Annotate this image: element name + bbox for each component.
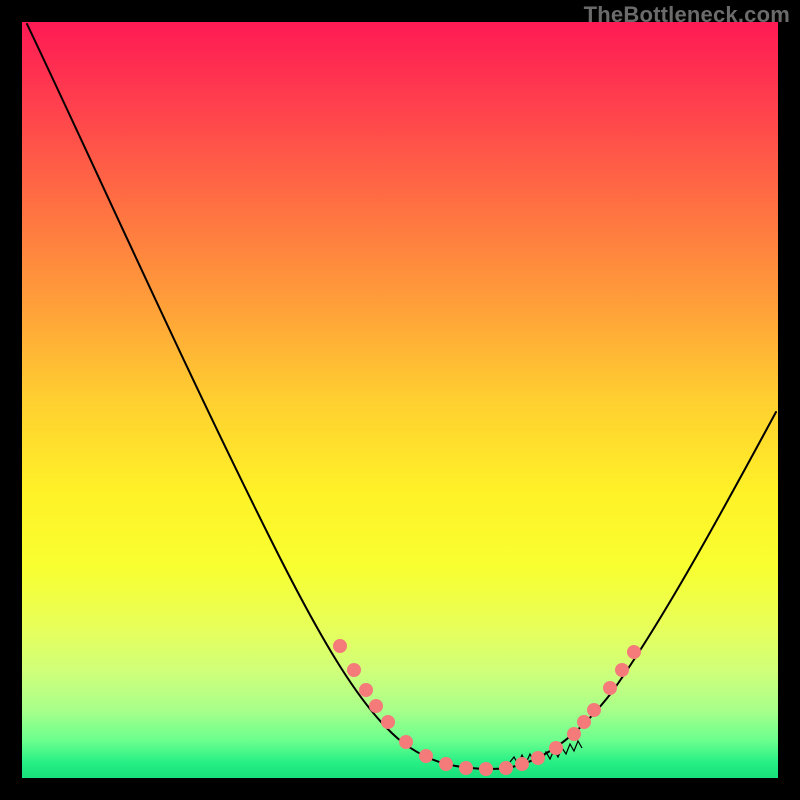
marker-dot xyxy=(359,683,373,697)
marker-dot xyxy=(549,741,563,755)
watermark-text: TheBottleneck.com xyxy=(584,2,790,28)
marker-dot xyxy=(419,749,433,763)
marker-dot xyxy=(515,757,529,771)
marker-dot xyxy=(627,645,641,659)
marker-dot xyxy=(567,727,581,741)
curve-left xyxy=(27,24,462,767)
marker-dot xyxy=(587,703,601,717)
marker-dot xyxy=(531,751,545,765)
marker-dot xyxy=(577,715,591,729)
bottleneck-curve-plot xyxy=(22,22,778,778)
marker-dot xyxy=(369,699,383,713)
marker-dot xyxy=(479,762,493,776)
marker-dot xyxy=(615,663,629,677)
marker-dot xyxy=(333,639,347,653)
marker-dot xyxy=(459,761,473,775)
marker-dot xyxy=(347,663,361,677)
marker-dot xyxy=(603,681,617,695)
chart-area xyxy=(22,22,778,778)
marker-dot xyxy=(399,735,413,749)
marker-dot xyxy=(381,715,395,729)
marker-dot xyxy=(439,757,453,771)
curve-right xyxy=(507,412,776,768)
marker-dot xyxy=(499,761,513,775)
marker-group xyxy=(333,639,641,776)
